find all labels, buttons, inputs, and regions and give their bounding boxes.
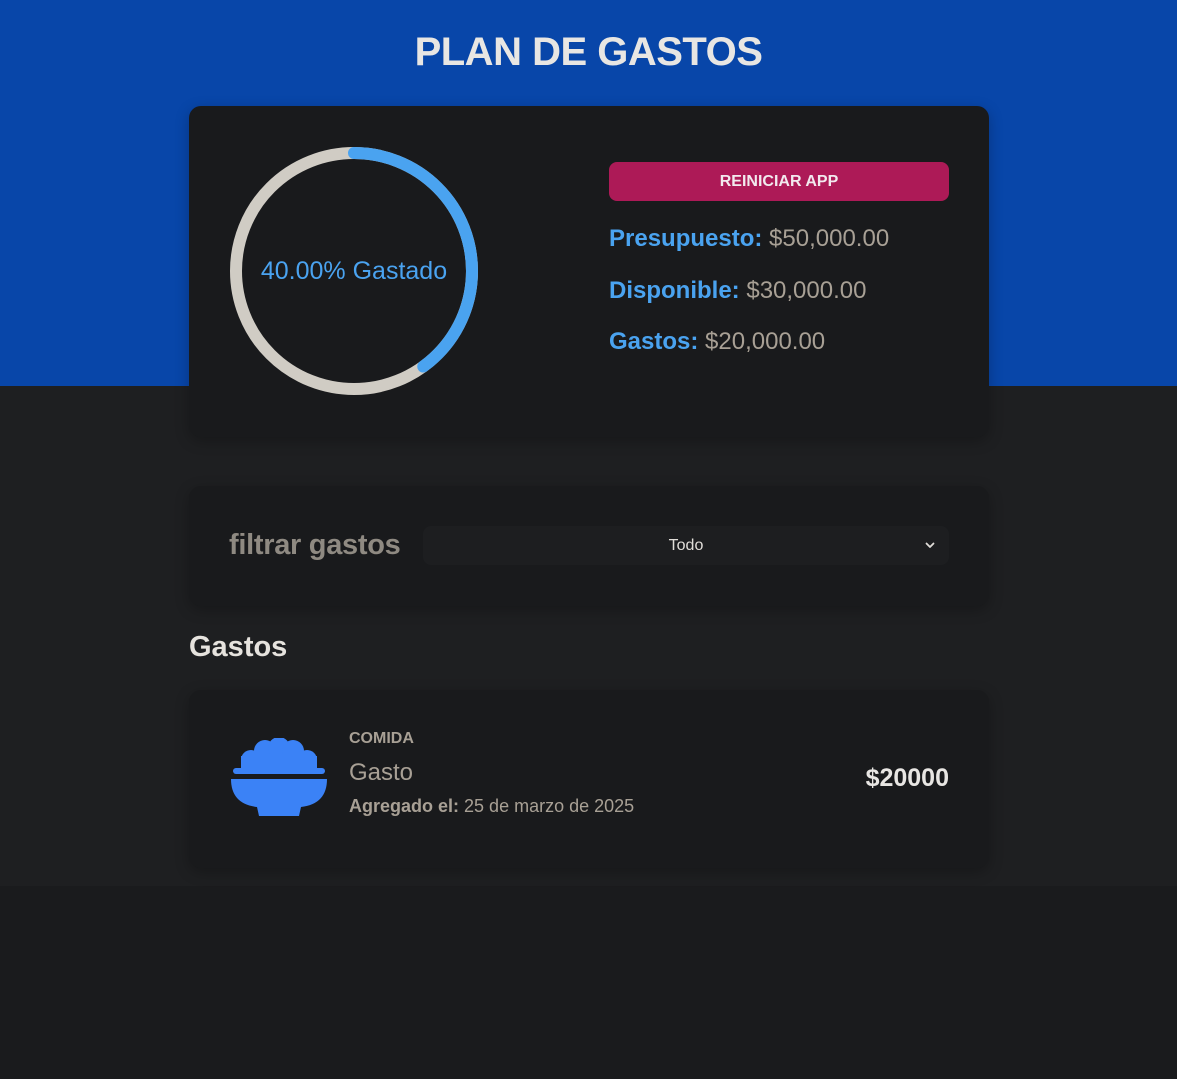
budget-label: Presupuesto: [609,225,763,252]
expense-name: Gasto [349,759,414,786]
filter-select[interactable]: Todo [423,526,949,565]
app-title: PLAN DE GASTOS [414,30,763,74]
progress-ring: 40.00% Gastado [229,146,479,396]
available-stat: Disponible: $30,000.00 [609,277,866,305]
progress-label: 40.00% Gastado [260,256,448,285]
expense-date-value: 25 de marzo de 2025 [464,796,635,816]
spent-stat: Gastos: $20,000.00 [609,328,825,356]
budget-card: 40.00% Gastado REINICIAR APP Presupuesto… [189,106,989,437]
filter-selected-value: Todo [668,536,704,554]
expense-date-label: Agregado el: [349,796,460,816]
budget-value: $50,000.00 [769,225,890,252]
food-bowl-icon [231,738,327,816]
expense-item[interactable]: COMIDA Gasto Agregado el: 25 de marzo de… [189,690,989,868]
page: PLAN DE GASTOS 40.00% Gastado REINICIAR … [0,0,1177,1079]
footer-background [0,886,1177,1079]
expenses-title: Gastos [189,631,288,663]
chevron-down-icon [925,542,935,548]
filter-label: filtrar gastos [229,529,401,561]
expense-date: Agregado el: 25 de marzo de 2025 [349,796,634,817]
available-label: Disponible: [609,277,740,304]
spent-value: $20,000.00 [705,328,826,355]
spent-label: Gastos: [609,328,699,355]
expense-category: COMIDA [349,730,414,747]
budget-stat: Presupuesto: $50,000.00 [609,225,889,253]
available-value: $30,000.00 [746,277,867,304]
reset-app-button[interactable]: REINICIAR APP [609,162,949,201]
filter-card: filtrar gastos Todo [189,486,989,606]
expense-amount: $20000 [865,764,949,792]
